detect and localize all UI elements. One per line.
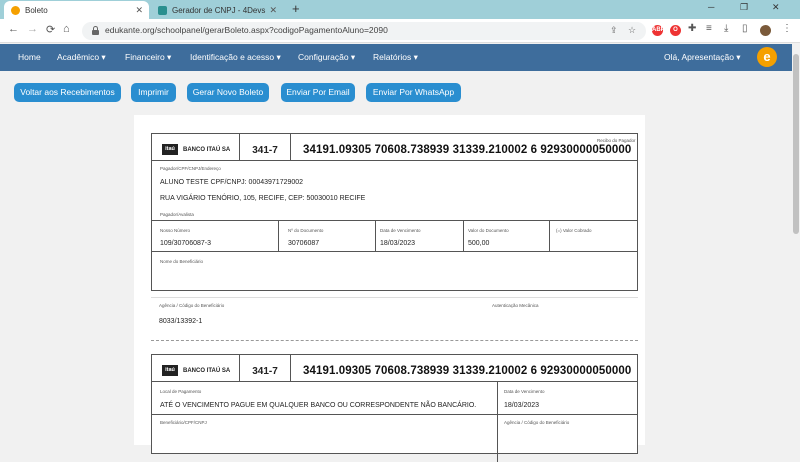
reload-icon[interactable]: ⟳ [46, 23, 55, 36]
bank-name: BANCO ITAÚ SA [183, 368, 231, 374]
boleto-header: itaú BANCO ITAÚ SA 341-7 34191.09305 706… [152, 355, 637, 382]
close-tab-icon[interactable]: ✕ [269, 5, 277, 16]
lock-icon [92, 26, 99, 35]
back-to-receipts-button[interactable]: Voltar aos Recebimentos [14, 83, 121, 102]
forward-arrow-icon[interactable]: → [27, 23, 38, 35]
itau-logo: itaú [162, 365, 178, 376]
pagador-label: Pagador/CPF/CNPJ/Endereço [160, 166, 221, 171]
back-arrow-icon[interactable]: ← [8, 23, 19, 35]
field-label: Data de Vencimento [380, 228, 421, 233]
vencimento-value: 18/03/2023 [504, 402, 540, 409]
tab-gerador-cnpj[interactable]: Gerador de CNPJ - 4Devs ✕ [151, 1, 283, 19]
nav-identificacao[interactable]: Identificação e acesso ▾ [190, 52, 281, 63]
send-whatsapp-button[interactable]: Enviar Por WhatsApp [366, 83, 461, 102]
linha-digitavel: 34191.09305 70608.738939 31339.210002 6 … [303, 144, 632, 156]
boleto-header: itaú BANCO ITAÚ SA 341-7 34191.09305 706… [152, 134, 637, 161]
url-text: edukante.org/schoolpanel/gerarBoleto.asp… [105, 25, 388, 35]
local-label: Local de Pagamento [160, 389, 202, 394]
field-label: (=) Valor Cobrado [556, 228, 592, 233]
scrollbar-thumb[interactable] [793, 54, 799, 234]
beneficiario-label: Nome do Beneficiário [160, 259, 204, 264]
edukante-favicon-icon [11, 5, 20, 15]
field-label: Nº do Documento [288, 228, 324, 233]
page-content: Voltar aos Recebimentos Imprimir Gerar N… [0, 71, 792, 462]
field-label: Nosso Número [160, 228, 191, 233]
browser-toolbar: ← → ⟳ ⌂ edukante.org/schoolpanel/gerarBo… [0, 19, 800, 43]
data-vencimento: 18/03/2023 [380, 240, 416, 247]
divider [152, 414, 637, 415]
nav-financeiro[interactable]: Financeiro ▾ [125, 52, 171, 63]
nav-relatorios[interactable]: Relatórios ▾ [373, 52, 418, 63]
avalista-label: Pagador/Avalista [160, 212, 194, 217]
nav-academico[interactable]: Acadêmico ▾ [57, 52, 106, 63]
4devs-favicon-icon [158, 5, 167, 15]
nosso-numero: 109/30706087-3 [160, 240, 211, 247]
valor-documento: 500,00 [468, 240, 490, 247]
close-tab-icon[interactable]: ✕ [135, 5, 143, 16]
generate-new-boleto-button[interactable]: Gerar Novo Boleto [187, 83, 269, 102]
divider [152, 251, 637, 252]
agencia2-label: Agência / Código do Beneficiário [504, 420, 570, 425]
address-bar[interactable]: edukante.org/schoolpanel/gerarBoleto.asp… [82, 22, 646, 40]
divider [278, 220, 279, 251]
new-tab-button[interactable]: + [292, 1, 300, 16]
numero-documento: 30706087 [288, 240, 320, 247]
user-menu[interactable]: Olá, Apresentação ▾ [664, 52, 741, 63]
divider [375, 220, 376, 251]
divider [497, 382, 498, 462]
cut-line [151, 340, 638, 341]
divider [549, 220, 550, 251]
edukante-logo-icon: e [757, 47, 777, 67]
restore-button[interactable]: ❐ [740, 2, 748, 13]
chrome-menu-icon[interactable]: ⋮ [782, 23, 792, 34]
bank-name: BANCO ITAÚ SA [183, 147, 231, 153]
minimize-button[interactable]: ─ [708, 2, 714, 12]
bank-code: 341-7 [239, 134, 291, 160]
bank-code: 341-7 [239, 355, 291, 381]
opera-extension-icon[interactable]: O [670, 25, 681, 36]
boleto-sheet: itaú BANCO ITAÚ SA 341-7 34191.09305 706… [134, 115, 645, 462]
nav-home[interactable]: Home [18, 52, 41, 62]
local-value: ATÉ O VENCIMENTO PAGUE EM QUALQUER BANCO… [160, 402, 477, 409]
agencia-label: Agência / Código do Beneficiário [159, 303, 225, 308]
home-icon[interactable]: ⌂ [63, 23, 70, 35]
agencia-value: 8033/13392-1 [159, 318, 203, 325]
send-email-button[interactable]: Enviar Por Email [281, 83, 355, 102]
print-button[interactable]: Imprimir [131, 83, 176, 102]
site-navbar: Home Acadêmico ▾ Financeiro ▾ Identifica… [0, 44, 792, 71]
side-panel-icon[interactable]: ▯ [742, 23, 748, 34]
beneficiario2-label: Beneficiário/CPF/CNPJ [160, 420, 207, 425]
bookmark-star-icon[interactable]: ☆ [628, 25, 636, 36]
extensions-puzzle-icon[interactable]: ✚ [688, 23, 696, 34]
itau-logo: itaú [162, 144, 178, 155]
share-icon[interactable]: ⇪ [610, 25, 618, 36]
download-icon[interactable]: ⤓ [724, 23, 728, 34]
divider [152, 220, 637, 221]
field-label: Valor do Documento [468, 228, 509, 233]
adblock-icon[interactable]: ABP [652, 25, 665, 36]
nav-configuracao[interactable]: Configuração ▾ [298, 52, 355, 63]
recibo-label: Recibo do Pagador [597, 138, 636, 143]
tab-label: Gerador de CNPJ - 4Devs [172, 5, 266, 15]
pagador-nome: ALUNO TESTE CPF/CNPJ: 00043971729002 [160, 179, 304, 186]
boleto-ficha: itaú BANCO ITAÚ SA 341-7 34191.09305 706… [151, 354, 638, 462]
close-window-button[interactable]: ✕ [772, 2, 780, 13]
divider [151, 297, 638, 298]
pagador-endereco: RUA VIGÁRIO TENÓRIO, 105, RECIFE, CEP: 5… [160, 195, 366, 202]
autenticacao-label: Autenticação Mecânica [492, 303, 539, 308]
tab-label: Boleto [25, 5, 48, 15]
linha-digitavel: 34191.09305 70608.738939 31339.210002 6 … [303, 365, 632, 377]
reading-list-icon[interactable]: ≡ [706, 23, 712, 34]
tab-strip: Boleto ✕ Gerador de CNPJ - 4Devs ✕ + ─ ❐… [0, 0, 800, 19]
boleto-recibo: itaú BANCO ITAÚ SA 341-7 34191.09305 706… [151, 133, 638, 291]
page-scrollbar[interactable] [792, 44, 800, 427]
tab-boleto[interactable]: Boleto ✕ [4, 1, 149, 19]
profile-avatar[interactable] [760, 25, 771, 36]
vencimento-label: Data de Vencimento [504, 389, 545, 394]
divider [463, 220, 464, 251]
